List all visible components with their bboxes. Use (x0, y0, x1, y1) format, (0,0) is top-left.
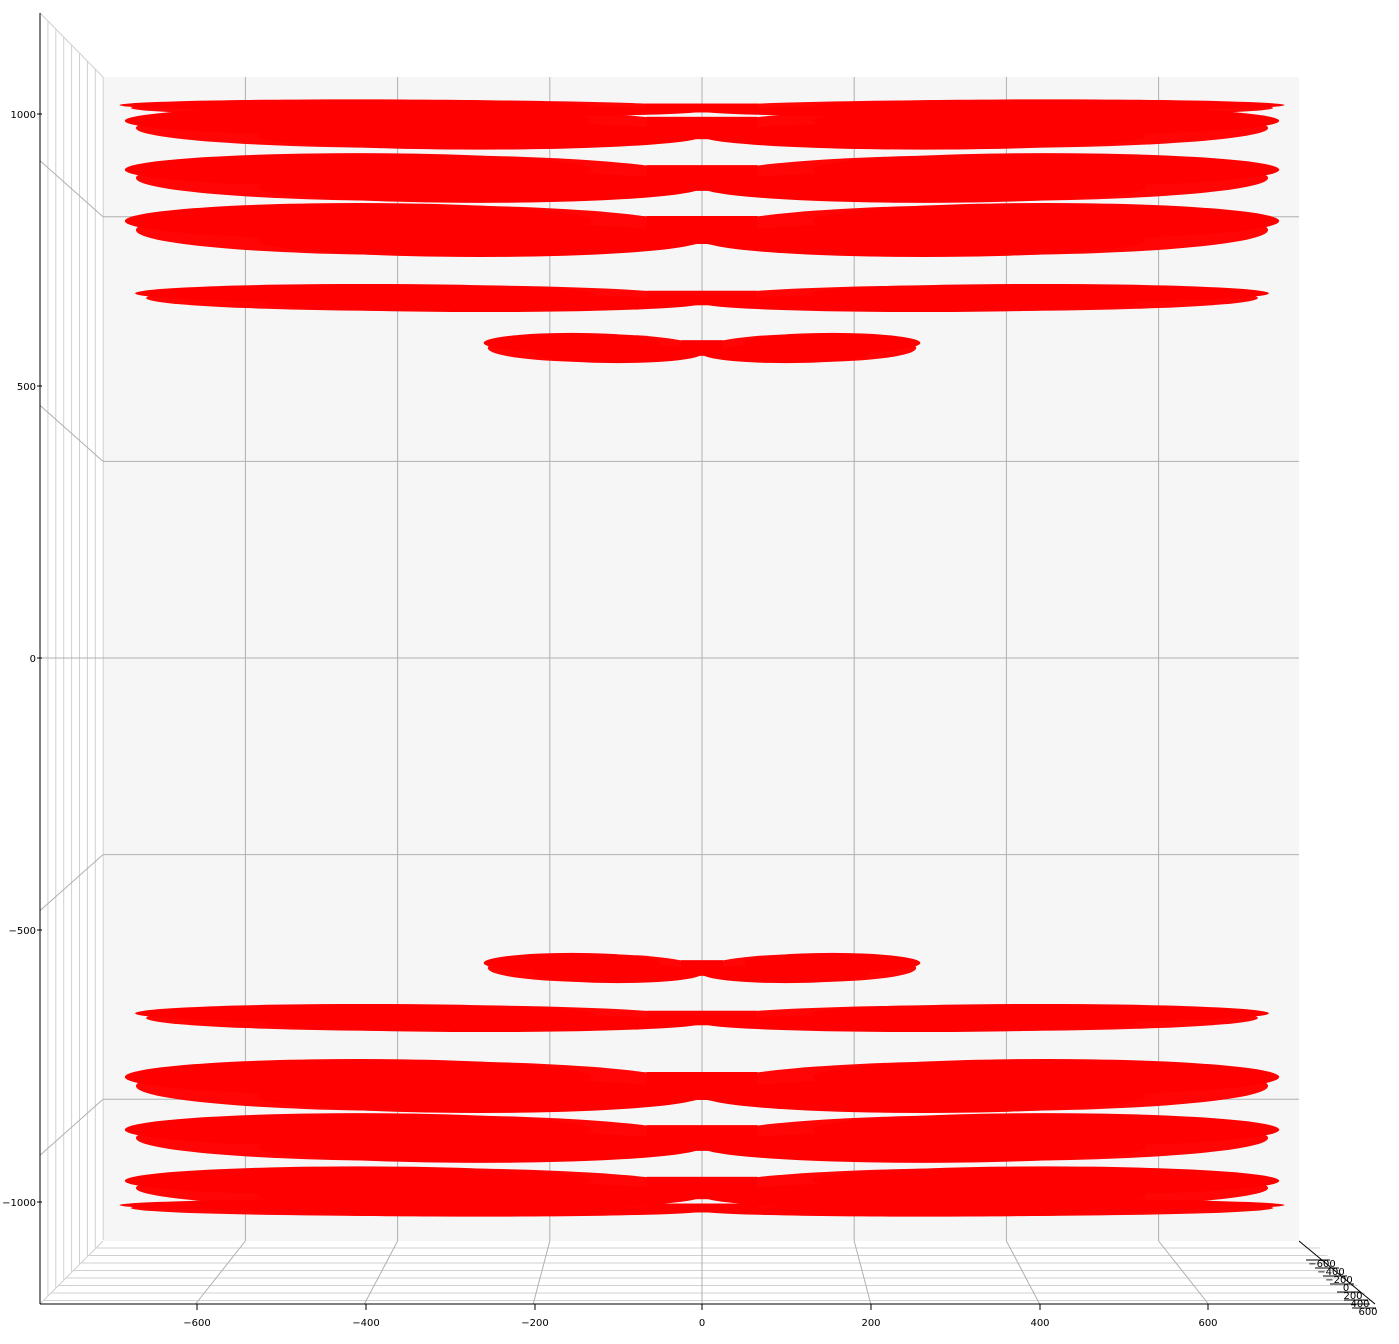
scatter-points (646, 165, 758, 191)
scatter-points (534, 344, 702, 364)
scatter-points (534, 964, 702, 984)
scatter-points (258, 1182, 702, 1210)
scatter-points (646, 116, 758, 140)
scatter-points (702, 171, 1146, 203)
scatter-points (646, 1176, 758, 1200)
scatter-points (646, 103, 758, 113)
floor-gridline (1158, 1240, 1209, 1305)
scatter-points (702, 223, 1146, 257)
scatter-points (258, 171, 702, 203)
scatter-points (258, 1131, 702, 1163)
z-tick-label: −500 (9, 926, 36, 937)
floor-gridline (195, 1240, 246, 1305)
z-tick-label: 500 (17, 382, 36, 393)
scatter-points (702, 1079, 1146, 1113)
scatter-points (258, 223, 702, 257)
floor-gridline (1005, 1240, 1041, 1305)
z-tick-label: −1000 (2, 1198, 36, 1209)
scatter-points (266, 1014, 702, 1033)
x-tick-label: −400 (352, 1318, 379, 1329)
scatter-points (702, 1014, 1138, 1033)
x-axis-ticks: −600 −400 −200 0 200 400 600 (183, 1304, 1218, 1329)
scatter-points (702, 1182, 1146, 1210)
x-tick-label: 400 (1030, 1318, 1049, 1329)
floor-gridline (363, 1240, 399, 1305)
scatter-points (266, 294, 702, 313)
z-axis-ticks: 1000 500 0 −500 −1000 (2, 110, 42, 1209)
scatter-points (702, 122, 1146, 150)
x-tick-label: −600 (183, 1318, 210, 1329)
x-tick-label: 600 (1198, 1318, 1217, 1329)
scatter-points (646, 216, 758, 244)
scatter-points (702, 344, 870, 364)
z-tick-label: 1000 (11, 110, 36, 121)
x-tick-label: 200 (861, 1318, 880, 1329)
scatter-3d-chart: 1000 500 0 −500 −1000 −600 −400 −200 0 200 400 600… (2, 12, 1378, 1329)
scatter-points (258, 1079, 702, 1113)
x-tick-label: −200 (521, 1318, 548, 1329)
scatter-points (646, 1203, 758, 1213)
scatter-points (646, 1125, 758, 1151)
scatter-points (702, 1131, 1146, 1163)
z-tick-label: 0 (30, 654, 36, 665)
scatter-points (702, 964, 870, 984)
floor-gridline (532, 1240, 551, 1305)
scatter-points (681, 960, 723, 976)
y-tick-label: 600 (1358, 1307, 1377, 1318)
x-tick-label: 0 (699, 1318, 705, 1329)
scatter-points (647, 1010, 757, 1026)
floor-gridline (853, 1240, 872, 1305)
scatter-points (258, 122, 702, 150)
y-axis-ticks: −600−400−2000200400600 (1306, 1259, 1378, 1318)
scatter-points (647, 290, 757, 306)
scatter-points (681, 340, 723, 356)
scatter-points (646, 1072, 758, 1100)
scatter-points (702, 294, 1138, 313)
